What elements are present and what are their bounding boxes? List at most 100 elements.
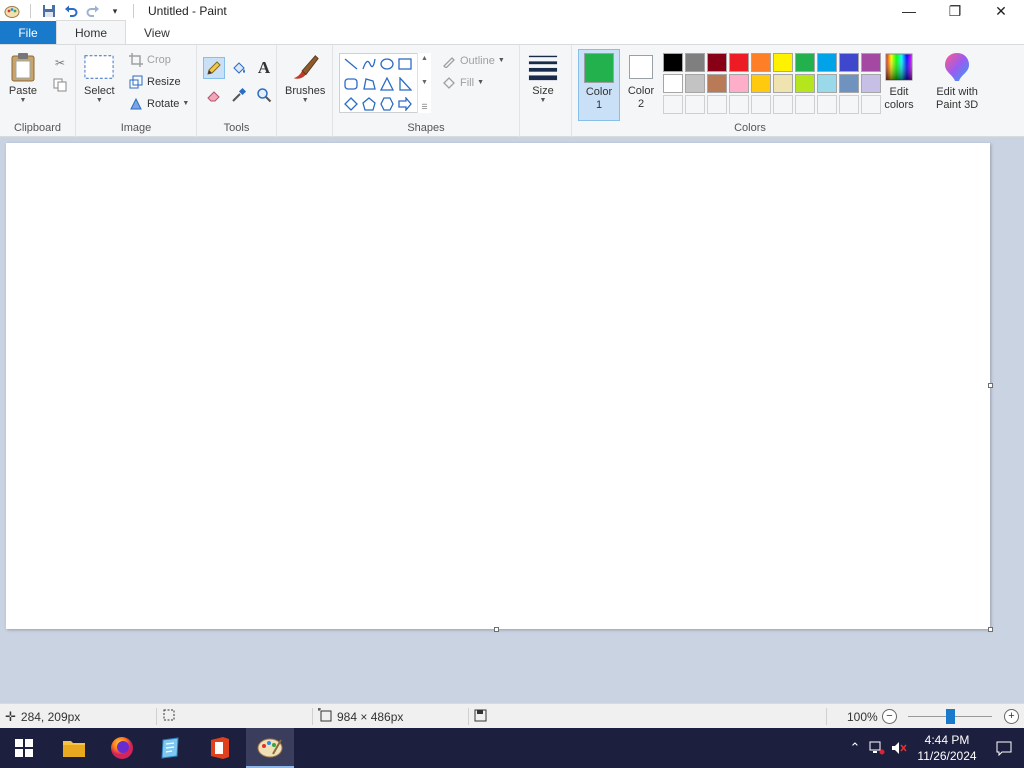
- curve-shape-icon[interactable]: [360, 54, 378, 74]
- triangle-shape-icon[interactable]: [378, 74, 396, 94]
- shapes-group: ▲ ▼ ☰ Outline ▼ Fill ▼ Shapes: [333, 45, 520, 137]
- diamond-shape-icon[interactable]: [342, 94, 360, 114]
- zoom-slider-thumb[interactable]: [945, 709, 955, 724]
- palette-swatch[interactable]: [773, 95, 793, 114]
- office-app-button[interactable]: [196, 728, 244, 768]
- edit-colors-button[interactable]: Edit colors: [884, 51, 914, 112]
- eraser-icon[interactable]: [203, 84, 225, 106]
- palette-swatch[interactable]: [663, 74, 683, 93]
- expand-icon[interactable]: ☰: [421, 103, 427, 111]
- shapes-scrollbar[interactable]: ▲ ▼ ☰: [417, 53, 431, 113]
- outline-button[interactable]: Outline ▼: [441, 51, 505, 71]
- size-button[interactable]: Size ▼: [528, 51, 558, 105]
- notifications-icon[interactable]: [984, 741, 1024, 756]
- rotate-button[interactable]: Rotate ▼: [128, 94, 189, 114]
- minimize-button[interactable]: —: [886, 0, 932, 22]
- drawing-canvas[interactable]: [6, 143, 990, 629]
- crop-button[interactable]: Crop: [128, 50, 171, 70]
- palette-swatch[interactable]: [861, 53, 881, 72]
- network-icon[interactable]: [866, 741, 888, 755]
- line-shape-icon[interactable]: [342, 54, 360, 74]
- brushes-button[interactable]: Brushes ▼: [285, 51, 325, 105]
- chevron-up-icon[interactable]: ▲: [421, 55, 428, 62]
- palette-swatch[interactable]: [729, 74, 749, 93]
- palette-swatch[interactable]: [795, 53, 815, 72]
- palette-swatch[interactable]: [839, 74, 859, 93]
- palette-swatch[interactable]: [773, 74, 793, 93]
- palette-swatch[interactable]: [729, 95, 749, 114]
- text-icon[interactable]: A: [253, 57, 275, 79]
- palette-swatch[interactable]: [707, 74, 727, 93]
- fill-bucket-icon[interactable]: [228, 57, 250, 79]
- palette-swatch[interactable]: [839, 53, 859, 72]
- magnifier-icon[interactable]: [253, 84, 275, 106]
- pencil-icon[interactable]: [203, 57, 225, 79]
- right-triangle-shape-icon[interactable]: [396, 74, 414, 94]
- chevron-up-icon[interactable]: ⌃: [844, 740, 866, 756]
- hexagon-shape-icon[interactable]: [378, 94, 396, 114]
- palette-swatch[interactable]: [817, 95, 837, 114]
- select-button[interactable]: Select ▼: [84, 51, 115, 105]
- palette-swatch[interactable]: [685, 74, 705, 93]
- canvas-workspace: [0, 137, 1024, 703]
- resize-handle-right[interactable]: [988, 383, 993, 388]
- rectangle-shape-icon[interactable]: [396, 54, 414, 74]
- redo-icon[interactable]: [85, 3, 101, 19]
- palette-swatch[interactable]: [817, 74, 837, 93]
- palette-swatch[interactable]: [751, 95, 771, 114]
- paint-app-icon[interactable]: [4, 3, 20, 19]
- palette-swatch[interactable]: [685, 95, 705, 114]
- chevron-down-icon[interactable]: ▼: [421, 79, 428, 86]
- palette-swatch[interactable]: [795, 95, 815, 114]
- palette-swatch[interactable]: [729, 53, 749, 72]
- palette-swatch[interactable]: [685, 53, 705, 72]
- zoom-out-button[interactable]: −: [882, 709, 897, 724]
- palette-swatch[interactable]: [751, 53, 771, 72]
- resize-button[interactable]: Resize: [128, 72, 181, 92]
- right-arrow-shape-icon[interactable]: [396, 94, 414, 114]
- chevron-down-icon[interactable]: ▾: [107, 3, 123, 19]
- resize-handle-bottom[interactable]: [494, 627, 499, 632]
- palette-swatch[interactable]: [773, 53, 793, 72]
- maximize-button[interactable]: ❐: [932, 0, 978, 22]
- clock[interactable]: 4:44 PM 11/26/2024: [910, 732, 984, 764]
- palette-swatch[interactable]: [663, 53, 683, 72]
- palette-swatch[interactable]: [707, 95, 727, 114]
- volume-muted-icon[interactable]: [888, 741, 910, 755]
- edit-with-paint-3d-button[interactable]: Edit with Paint 3D: [936, 51, 978, 112]
- save-icon[interactable]: [41, 3, 57, 19]
- tab-home[interactable]: Home: [56, 20, 127, 44]
- palette-swatch[interactable]: [861, 95, 881, 114]
- color-2-button[interactable]: Color 2: [622, 49, 660, 121]
- file-explorer-button[interactable]: [50, 728, 98, 768]
- close-button[interactable]: ✕: [978, 0, 1024, 22]
- fill-button[interactable]: Fill ▼: [441, 73, 484, 93]
- rotate-label: Rotate: [147, 98, 180, 110]
- tab-file[interactable]: File: [0, 21, 56, 44]
- cut-button[interactable]: ✂: [52, 53, 68, 73]
- undo-icon[interactable]: [63, 3, 79, 19]
- palette-swatch[interactable]: [663, 95, 683, 114]
- notepad-app-button[interactable]: [146, 728, 194, 768]
- oval-shape-icon[interactable]: [378, 54, 396, 74]
- resize-handle-corner[interactable]: [988, 627, 993, 632]
- zoom-in-button[interactable]: +: [1004, 709, 1019, 724]
- rounded-rectangle-shape-icon[interactable]: [342, 74, 360, 94]
- copy-button[interactable]: [52, 75, 68, 95]
- start-button[interactable]: [0, 728, 48, 768]
- firefox-button[interactable]: [98, 728, 146, 768]
- tab-view[interactable]: View: [126, 21, 188, 44]
- color-1-button[interactable]: Color 1: [578, 49, 620, 121]
- pentagon-shape-icon[interactable]: [360, 94, 378, 114]
- color-picker-icon[interactable]: [228, 84, 250, 106]
- palette-swatch[interactable]: [751, 74, 771, 93]
- palette-swatch[interactable]: [707, 53, 727, 72]
- palette-swatch[interactable]: [795, 74, 815, 93]
- polygon-shape-icon[interactable]: [360, 74, 378, 94]
- palette-swatch[interactable]: [861, 74, 881, 93]
- palette-swatch[interactable]: [817, 53, 837, 72]
- palette-swatch[interactable]: [839, 95, 859, 114]
- paint-taskbar-button[interactable]: [246, 728, 294, 768]
- color-2-label-line2: 2: [637, 98, 645, 110]
- paste-button[interactable]: Paste ▼: [8, 51, 38, 105]
